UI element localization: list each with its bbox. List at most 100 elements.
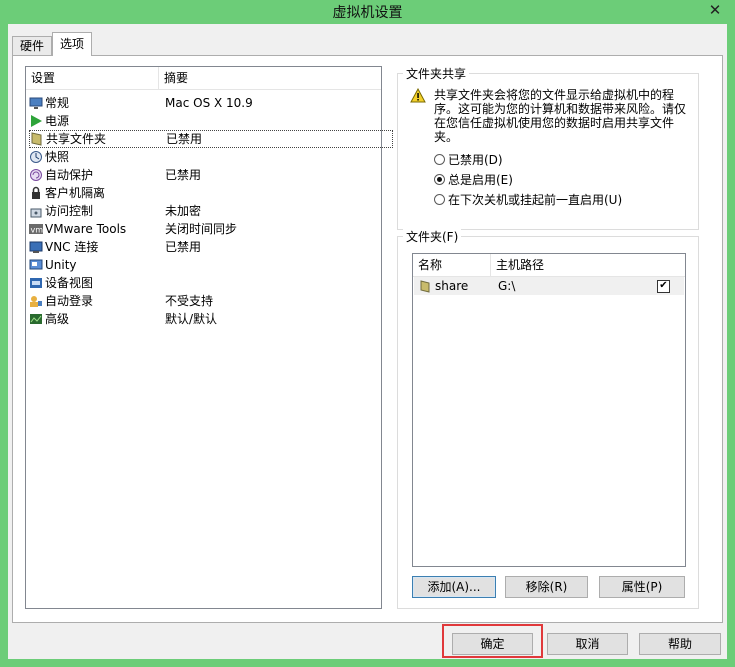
settings-row-label: 自动登录: [45, 294, 94, 308]
settings-row-name: 客户机隔离: [29, 184, 165, 202]
folder-properties-button[interactable]: 属性(P): [599, 576, 685, 598]
settings-row-name: 常规: [29, 94, 165, 112]
radio-dot[interactable]: [434, 193, 445, 205]
settings-row-label: 共享文件夹: [46, 132, 107, 146]
settings-row[interactable]: 自动保护 已禁用: [29, 166, 391, 184]
window-title: 虚拟机设置: [332, 5, 403, 21]
settings-row-summary: 已禁用: [165, 240, 202, 254]
settings-row[interactable]: 常规 Mac OS X 10.9: [29, 94, 391, 112]
remove-folder-button[interactable]: 移除(R): [505, 576, 588, 598]
folder-host-path: G:\: [498, 279, 516, 293]
folder-row[interactable]: share G:\ ✔: [414, 277, 684, 295]
settings-row-label: 自动保护: [45, 168, 94, 182]
settings-row-summary: 已禁用: [166, 132, 203, 146]
cancel-button[interactable]: 取消: [547, 633, 628, 655]
shared-folder-icon: [30, 132, 44, 146]
settings-row-label: VNC 连接: [45, 240, 99, 254]
settings-row-label: 电源: [45, 114, 70, 128]
autologin-icon: [29, 294, 43, 308]
settings-row-name: 快照: [29, 148, 165, 166]
lock-icon: [29, 186, 43, 200]
shared-folder-icon: [420, 280, 430, 293]
settings-row-name: 共享文件夹: [30, 131, 166, 147]
settings-row-summary: 已禁用: [165, 168, 202, 182]
folders-table[interactable]: 名称 主机路径 share G:\ ✔: [412, 253, 686, 567]
radio-until-shutdown[interactable]: 在下次关机或挂起前一直启用(U): [434, 191, 622, 207]
settings-row[interactable]: 共享文件夹 已禁用: [29, 130, 393, 148]
play-icon: [29, 114, 43, 128]
settings-row-label: VMware Tools: [45, 222, 127, 236]
ok-button-highlight: [442, 624, 543, 658]
warning-icon: [410, 88, 426, 103]
settings-row-summary: Mac OS X 10.9: [165, 96, 253, 110]
settings-row[interactable]: 设备视图: [29, 274, 391, 292]
radio-until-shutdown-label: 在下次关机或挂起前一直启用(U): [448, 192, 623, 207]
folders-title: 文件夹(F): [403, 228, 462, 245]
settings-row[interactable]: 快照: [29, 148, 391, 166]
add-folder-button[interactable]: 添加(A)...: [412, 576, 496, 598]
settings-row-label: Unity: [45, 258, 77, 272]
svg-text:vm: vm: [31, 226, 44, 235]
settings-row[interactable]: Unity: [29, 256, 391, 274]
folder-sharing-group: 文件夹共享 共享文件夹会将您的文件显示给虚拟机中的程序。这可能为您的计算机和数据…: [397, 65, 699, 230]
tab-options[interactable]: 选项: [52, 32, 93, 56]
settings-row[interactable]: 客户机隔离: [29, 184, 391, 202]
settings-row-name: 自动登录: [29, 292, 165, 310]
column-summary[interactable]: 摘要: [159, 67, 188, 89]
monitor-icon: [29, 96, 43, 110]
title-bar: 虚拟机设置 ✕: [0, 0, 735, 24]
autoprotect-icon: [29, 168, 43, 182]
snapshot-icon: [29, 150, 43, 164]
settings-row[interactable]: 自动登录 不受支持: [29, 292, 391, 310]
radio-always-enabled[interactable]: 总是启用(E): [434, 171, 513, 187]
settings-row-label: 访问控制: [45, 204, 94, 218]
vm-icon: vm: [29, 222, 43, 236]
column-host-path[interactable]: 主机路径: [491, 254, 544, 276]
settings-row-label: 常规: [45, 96, 70, 110]
settings-row-label: 快照: [45, 150, 70, 164]
radio-dot-selected[interactable]: [434, 173, 445, 185]
settings-row[interactable]: vm VMware Tools 关闭时间同步: [29, 220, 391, 238]
folder-sharing-title: 文件夹共享: [403, 65, 470, 82]
settings-row-label: 设备视图: [45, 276, 94, 290]
settings-row-summary: 不受支持: [165, 294, 214, 308]
settings-row-label: 高级: [45, 312, 70, 326]
settings-row[interactable]: VNC 连接 已禁用: [29, 238, 391, 256]
folders-table-header: 名称 主机路径: [413, 254, 685, 277]
settings-row-summary: 关闭时间同步: [165, 222, 238, 236]
access-control-icon: [29, 204, 43, 218]
dialog-body: 硬件 选项 设置 摘要 常规 Mac OS X 10.9 电源 共享文件夹 已禁用 快照自…: [8, 24, 727, 659]
settings-row[interactable]: 高级 默认/默认: [29, 310, 391, 328]
device-view-icon: [29, 276, 43, 290]
radio-always-enabled-label: 总是启用(E): [448, 172, 513, 187]
settings-row-name: VNC 连接: [29, 238, 165, 256]
close-button[interactable]: ✕: [701, 0, 729, 20]
column-name[interactable]: 名称: [413, 254, 491, 276]
folder-enabled-checkbox[interactable]: ✔: [657, 279, 670, 293]
unity-icon: [29, 258, 43, 272]
settings-row-name: 访问控制: [29, 202, 165, 220]
settings-row-name: 电源: [29, 112, 165, 130]
settings-row-name: vm VMware Tools: [29, 220, 165, 238]
column-settings[interactable]: 设置: [26, 67, 159, 89]
settings-list[interactable]: 设置 摘要 常规 Mac OS X 10.9 电源 共享文件夹 已禁用 快照 自动保护 已禁用…: [25, 66, 393, 609]
sharing-warning-text: 共享文件夹会将您的文件显示给虚拟机中的程序。这可能为您的计算机和数据带来风险。请…: [434, 88, 687, 144]
settings-list-header: 设置 摘要: [26, 67, 381, 90]
options-panel: 设置 摘要 常规 Mac OS X 10.9 电源 共享文件夹 已禁用 快照 自动保护 已禁用…: [12, 55, 723, 623]
settings-row-summary: 默认/默认: [165, 312, 218, 326]
vnc-icon: [29, 240, 43, 254]
settings-row[interactable]: 访问控制 未加密: [29, 202, 391, 220]
tab-hardware[interactable]: 硬件: [12, 36, 53, 55]
folders-group: 文件夹(F) 名称 主机路径 share G:\ ✔ 添加(A)... 移除(R…: [397, 228, 699, 609]
settings-row-name: 设备视图: [29, 274, 165, 292]
settings-row-name: Unity: [29, 256, 165, 274]
help-button[interactable]: 帮助: [639, 633, 721, 655]
settings-row-name: 自动保护: [29, 166, 165, 184]
radio-dot[interactable]: [434, 153, 445, 165]
advanced-icon: [29, 312, 43, 326]
radio-disabled[interactable]: 已禁用(D): [434, 151, 503, 167]
settings-row[interactable]: 电源: [29, 112, 391, 130]
radio-disabled-label: 已禁用(D): [448, 152, 503, 167]
settings-row-summary: 未加密: [165, 204, 202, 218]
settings-row-name: 高级: [29, 310, 165, 328]
